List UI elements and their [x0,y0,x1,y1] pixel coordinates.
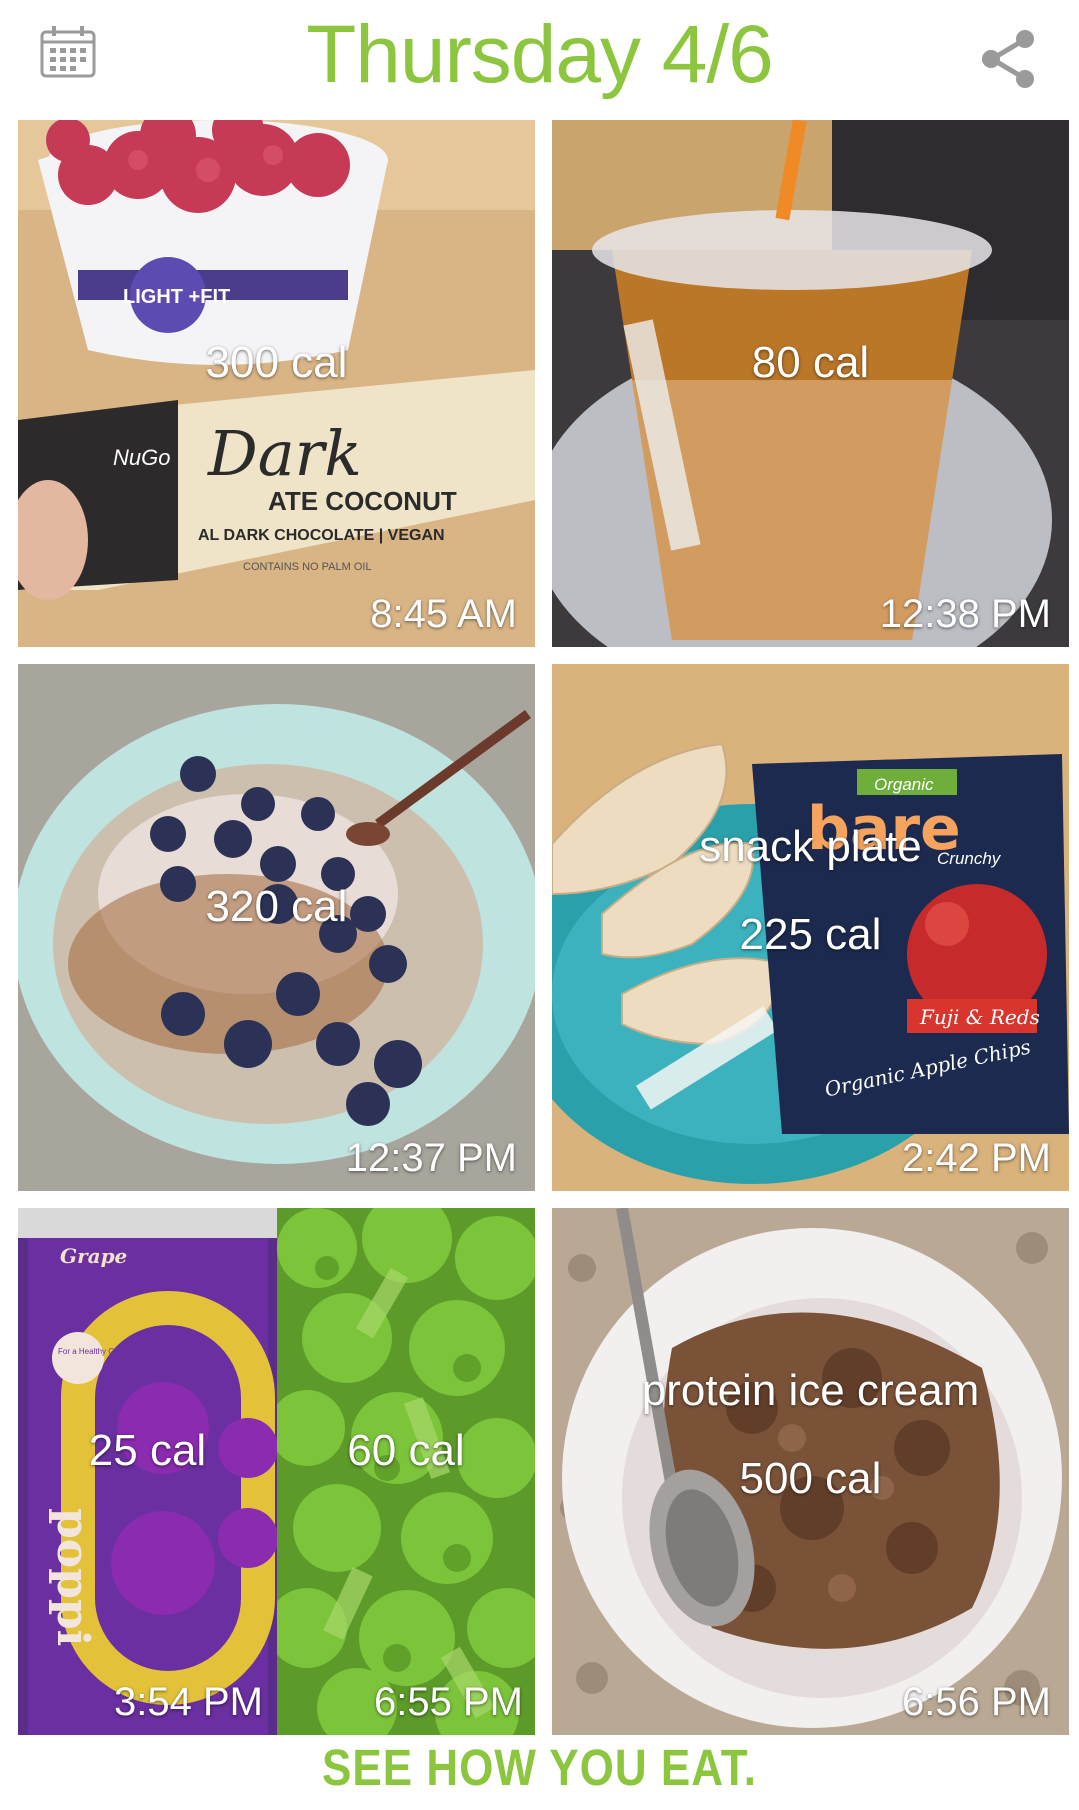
meal-tile-2[interactable]: 80 cal 12:38 PM [552,120,1069,647]
meal-tile-6[interactable]: 60 cal 6:55 PM [277,1208,535,1735]
calorie-label: 225 cal [739,910,882,959]
soda-tag-text: For a Healthy Gut [58,1347,122,1356]
chips-variety-text: Fuji & Reds [919,1005,1040,1029]
meal-tile-4[interactable]: Organic bare Crunchy Fuji & Reds Organic… [552,664,1069,1191]
calorie-label: 320 cal [205,882,348,931]
meal-tile-3[interactable]: 320 cal 12:37 PM [18,664,535,1191]
calorie-label: 25 cal [88,1426,207,1475]
share-icon [982,30,1034,88]
soda-flavor-text: Grape [60,1244,127,1268]
item-name-label: snack plate [699,822,922,871]
bar-note-text: CONTAINS NO PALM OIL [243,561,372,573]
time-label: 12:37 PM [345,1136,517,1180]
calorie-label: 500 cal [739,1454,882,1503]
calorie-label: 60 cal [347,1426,465,1475]
footer-tagline: SEE HOW YOU EAT. [322,1740,757,1797]
calorie-label: 300 cal [205,338,348,387]
time-label: 12:38 PM [879,592,1051,636]
bar-flavor-text: ATE COCONUT [268,486,457,516]
chips-badge-text: Organic [874,775,934,794]
meal-tile-5[interactable]: Grape poppi For a Healthy Gut 25 cal 3:5… [18,1208,277,1735]
time-label: 8:45 AM [370,592,517,636]
bar-brand-text: Dark [207,417,362,490]
time-label: 2:42 PM [902,1136,1051,1180]
soda-brand-text: poppi [47,1508,98,1646]
meal-tile-7[interactable]: protein ice cream 500 cal 6:56 PM [552,1208,1069,1735]
time-label: 3:54 PM [114,1680,263,1724]
cup-label-text: LIGHT +FIT [123,286,230,308]
time-label: 6:56 PM [902,1680,1051,1724]
bar-maker-text: NuGo [113,445,170,470]
header: Thursday 4/6 [0,0,1079,118]
calorie-label: 80 cal [751,338,870,387]
bar-subline-text: AL DARK CHOCOLATE | VEGAN [198,527,445,544]
page-title: Thursday 4/6 [306,9,774,100]
share-button[interactable] [978,28,1040,90]
meal-tile-1[interactable]: Dark NuGo ATE COCONUT AL DARK CHOCOLATE … [18,120,535,647]
item-name-label: protein ice cream [641,1366,980,1415]
time-label: 6:55 PM [374,1680,523,1724]
